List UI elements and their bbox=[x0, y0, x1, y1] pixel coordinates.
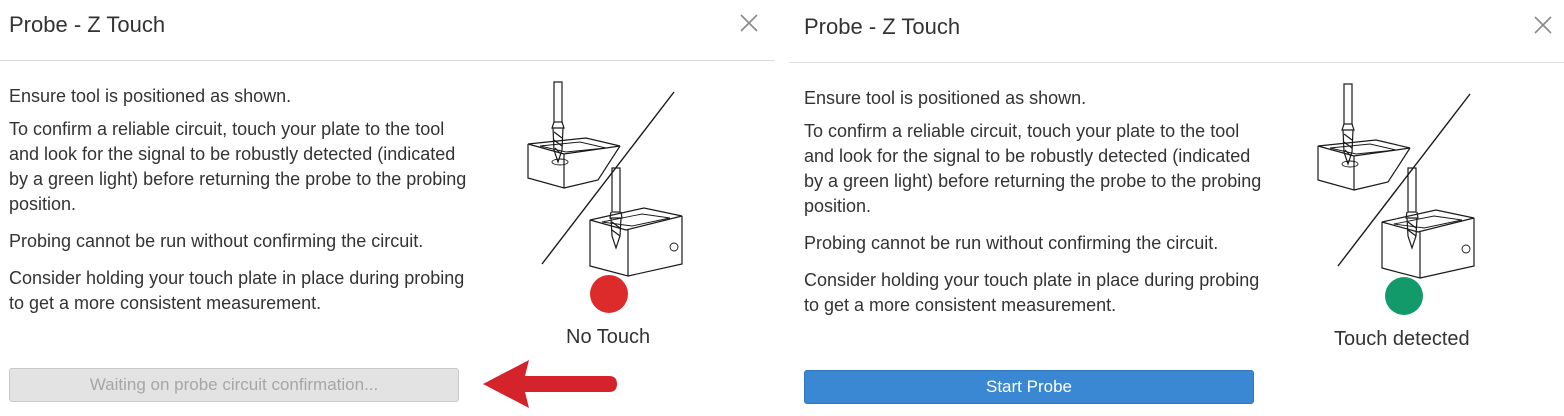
header-divider bbox=[0, 60, 775, 61]
dialog-title: Probe - Z Touch bbox=[9, 12, 166, 37]
probe-dialog-touch-detected: Probe - Z Touch Ensure tool is positione… bbox=[789, 0, 1564, 416]
dialog-title: Probe - Z Touch bbox=[804, 14, 961, 39]
instructions: Ensure tool is positioned as shown. To c… bbox=[9, 84, 469, 328]
close-icon[interactable] bbox=[738, 12, 760, 34]
instruction-paragraph: To confirm a reliable circuit, touch you… bbox=[804, 121, 1262, 216]
header-divider bbox=[789, 62, 1564, 63]
start-probe-button[interactable]: Start Probe bbox=[804, 370, 1254, 404]
probe-dialog-no-touch: Probe - Z Touch Ensure tool is positione… bbox=[0, 0, 775, 416]
probe-tool-illustration bbox=[1310, 82, 1480, 287]
instruction-paragraph: Probing cannot be run without confirming… bbox=[804, 233, 1219, 253]
status-light-red bbox=[590, 275, 628, 313]
instruction-paragraph: To confirm a reliable circuit, touch you… bbox=[9, 119, 467, 214]
status-label: No Touch bbox=[566, 326, 651, 348]
instruction-paragraph: Ensure tool is positioned as shown. bbox=[804, 88, 1087, 108]
instruction-paragraph: Consider holding your touch plate in pla… bbox=[9, 268, 465, 313]
instruction-paragraph: Probing cannot be run without confirming… bbox=[9, 231, 424, 251]
probe-tool-illustration bbox=[520, 80, 690, 285]
close-icon[interactable] bbox=[1532, 14, 1554, 36]
red-arrow-icon bbox=[477, 358, 619, 415]
instructions: Ensure tool is positioned as shown. To c… bbox=[804, 86, 1264, 330]
waiting-confirmation-button[interactable]: Waiting on probe circuit confirmation... bbox=[9, 368, 459, 402]
instruction-paragraph: Consider holding your touch plate in pla… bbox=[804, 270, 1260, 315]
status-label: Touch detected bbox=[1334, 328, 1470, 350]
instruction-paragraph: Ensure tool is positioned as shown. bbox=[9, 86, 292, 106]
status-light-green bbox=[1385, 277, 1423, 315]
